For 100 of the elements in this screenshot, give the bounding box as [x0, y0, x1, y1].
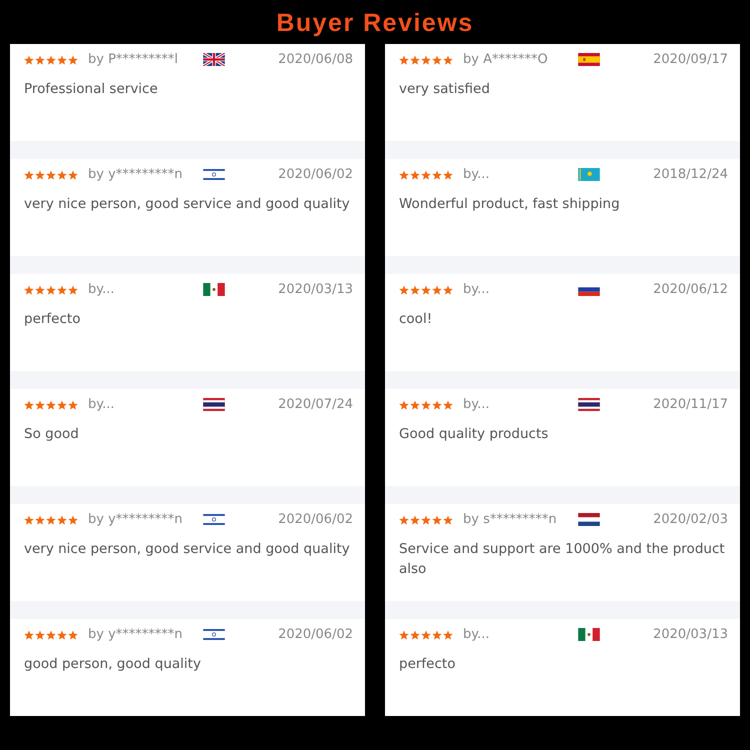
star-icon [68, 284, 78, 294]
star-icon [46, 514, 56, 524]
star-icon [35, 284, 45, 294]
reviewer-name: by y*********n [87, 167, 183, 182]
review-text: very nice person, good service and good quality [24, 540, 350, 559]
star-icon [443, 514, 453, 524]
star-icon [399, 54, 409, 64]
star-icon [421, 630, 431, 640]
star-icon [432, 284, 442, 294]
review-date: 2020/11/17 [653, 397, 728, 412]
star-icon [35, 630, 45, 640]
review-text: perfecto [399, 655, 456, 674]
star-icon [35, 170, 45, 180]
star-icon [57, 284, 67, 294]
star-icon [410, 400, 420, 410]
review-text: good person, good quality [24, 655, 201, 674]
review-date: 2020/02/03 [653, 512, 728, 527]
star-icon [432, 170, 442, 180]
page-title: Buyer Reviews [276, 8, 474, 38]
review-date: 2020/06/12 [653, 282, 728, 297]
star-icon [443, 400, 453, 410]
star-icon [421, 514, 431, 524]
star-icon [24, 170, 34, 180]
flag-icon [202, 53, 224, 66]
star-icon [399, 284, 409, 294]
review-date: 2020/07/24 [278, 397, 353, 412]
flag-icon [202, 628, 224, 641]
review-text: Service and support are 1000% and the product also [399, 540, 726, 579]
reviewer-name: by... [462, 282, 490, 297]
review-text: Wonderful product, fast shipping [399, 195, 620, 214]
reviewer-name: by s*********n [462, 512, 557, 527]
review-text: Professional service [24, 80, 158, 99]
review-date: 2020/06/02 [278, 167, 353, 182]
flag-icon [202, 398, 224, 411]
reviewer-name: by... [87, 282, 114, 297]
reviewer-name: by... [462, 167, 490, 182]
star-icon [432, 400, 442, 410]
star-icon [57, 170, 67, 180]
star-icon [68, 54, 78, 64]
star-icon [35, 514, 45, 524]
star-icon [24, 630, 34, 640]
star-icon [24, 54, 34, 64]
star-icon [57, 630, 67, 640]
star-icon [421, 170, 431, 180]
star-icon [410, 54, 420, 64]
star-icon [68, 514, 78, 524]
star-icon [432, 514, 442, 524]
review-text: So good [24, 425, 79, 444]
flag-icon [578, 628, 600, 641]
star-icon [410, 514, 420, 524]
star-icon [432, 54, 442, 64]
flag-icon [202, 513, 224, 526]
star-icon [410, 284, 420, 294]
star-icon [443, 54, 453, 64]
star-icon [410, 630, 420, 640]
star-icon [46, 284, 56, 294]
star-icon [35, 54, 45, 64]
star-icon [24, 514, 34, 524]
star-icon [410, 170, 420, 180]
star-icon [46, 630, 56, 640]
review-date: 2020/06/02 [278, 512, 353, 527]
reviewer-name: by P*********l [87, 52, 178, 67]
review-text: cool! [399, 310, 432, 329]
star-icon [443, 170, 453, 180]
review-text: perfecto [24, 310, 80, 329]
star-icon [399, 514, 409, 524]
star-icon [24, 284, 34, 294]
star-icon [46, 170, 56, 180]
flag-icon [578, 513, 600, 526]
review-text: very nice person, good service and good quality [24, 195, 350, 214]
star-icon [57, 54, 67, 64]
reviewer-name: by A*******O [462, 52, 548, 67]
star-icon [35, 400, 45, 410]
star-icon [68, 170, 78, 180]
flag-icon [578, 398, 600, 411]
review-date: 2020/06/08 [278, 52, 353, 67]
star-icon [399, 170, 409, 180]
reviewer-name: by... [462, 397, 490, 412]
reviewer-name: by... [87, 397, 114, 412]
star-icon [68, 400, 78, 410]
star-icon [443, 284, 453, 294]
flag-icon [578, 168, 600, 181]
review-date: 2020/09/17 [653, 52, 728, 67]
star-icon [421, 400, 431, 410]
star-icon [24, 400, 34, 410]
review-date: 2020/03/13 [278, 282, 353, 297]
review-date: 2020/06/02 [278, 627, 353, 642]
star-icon [399, 400, 409, 410]
star-icon [443, 630, 453, 640]
flag-icon [202, 168, 224, 181]
star-icon [57, 400, 67, 410]
reviewer-name: by y*********n [87, 512, 183, 527]
review-text: very satisfied [399, 80, 490, 99]
review-date: 2020/03/13 [653, 627, 728, 642]
flag-icon [202, 283, 224, 296]
star-icon [57, 514, 67, 524]
star-icon [68, 630, 78, 640]
review-text: Good quality products [399, 425, 548, 444]
star-icon [421, 284, 431, 294]
star-icon [421, 54, 431, 64]
